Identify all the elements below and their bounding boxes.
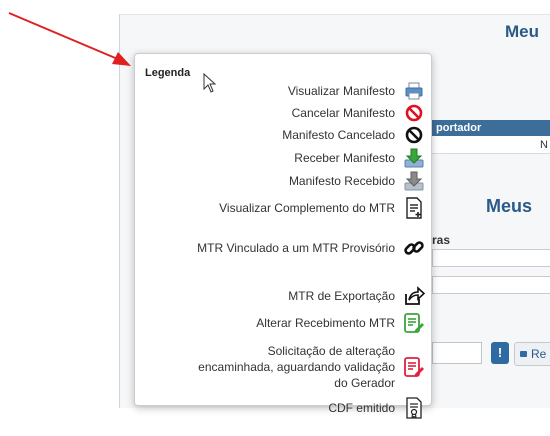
legend-item-cancelar-manifesto: Cancelar Manifesto: [175, 102, 425, 124]
legend-item-label: Solicitação de alteração encaminhada, ag…: [198, 344, 395, 390]
legend-item-visualizar-complemento: Visualizar Complemento do MTR: [175, 197, 425, 219]
legend-item-label: Manifesto Recebido: [288, 174, 395, 188]
legend-item-manifesto-recebido: Manifesto Recebido: [175, 170, 425, 192]
legend-item-label: MTR Vinculado a um MTR Provisório: [197, 241, 395, 255]
legend-popup: Legenda Visualizar Manifesto Cancelar Ma…: [134, 53, 432, 419]
legend-item-label: Visualizar Complemento do MTR: [219, 201, 395, 215]
edit-document-red-icon: [403, 356, 425, 378]
link-icon: [403, 237, 425, 259]
legend-item-label: Visualizar Manifesto: [287, 84, 395, 98]
cancel-black-icon: [403, 124, 425, 146]
legend-item-label: Alterar Recebimento MTR: [256, 316, 395, 330]
cancel-red-icon: [403, 102, 425, 124]
legend-item-visualizar-manifesto: Visualizar Manifesto: [175, 80, 425, 102]
legend-item-solicitacao-alteracao: Solicitação de alteração encaminhada, ag…: [175, 343, 425, 391]
download-gray-icon: [403, 170, 425, 192]
legend-item-label: Manifesto Cancelado: [282, 128, 395, 142]
legend-item-cdf-emitido: CDF emitido: [175, 397, 425, 419]
legend-item-mtr-vinculado: MTR Vinculado a um MTR Provisório: [175, 237, 425, 259]
legend-item-label: Receber Manifesto: [294, 151, 395, 165]
edit-document-green-icon: [403, 312, 425, 334]
legend-item-receber-manifesto: Receber Manifesto: [175, 147, 425, 169]
certificate-icon: [403, 397, 425, 419]
legend-item-label: CDF emitido: [328, 401, 395, 415]
export-icon: [403, 285, 425, 307]
document-plus-icon: [403, 197, 425, 219]
legend-item-mtr-exportacao: MTR de Exportação: [175, 285, 425, 307]
legend-item-alterar-recebimento: Alterar Recebimento MTR: [175, 312, 425, 334]
printer-icon: [403, 80, 425, 102]
legend-item-manifesto-cancelado: Manifesto Cancelado: [175, 124, 425, 146]
legend-title: Legenda: [145, 67, 191, 79]
legend-item-label: MTR de Exportação: [288, 289, 395, 303]
legend-item-label: Cancelar Manifesto: [291, 106, 395, 120]
download-green-icon: [403, 147, 425, 169]
